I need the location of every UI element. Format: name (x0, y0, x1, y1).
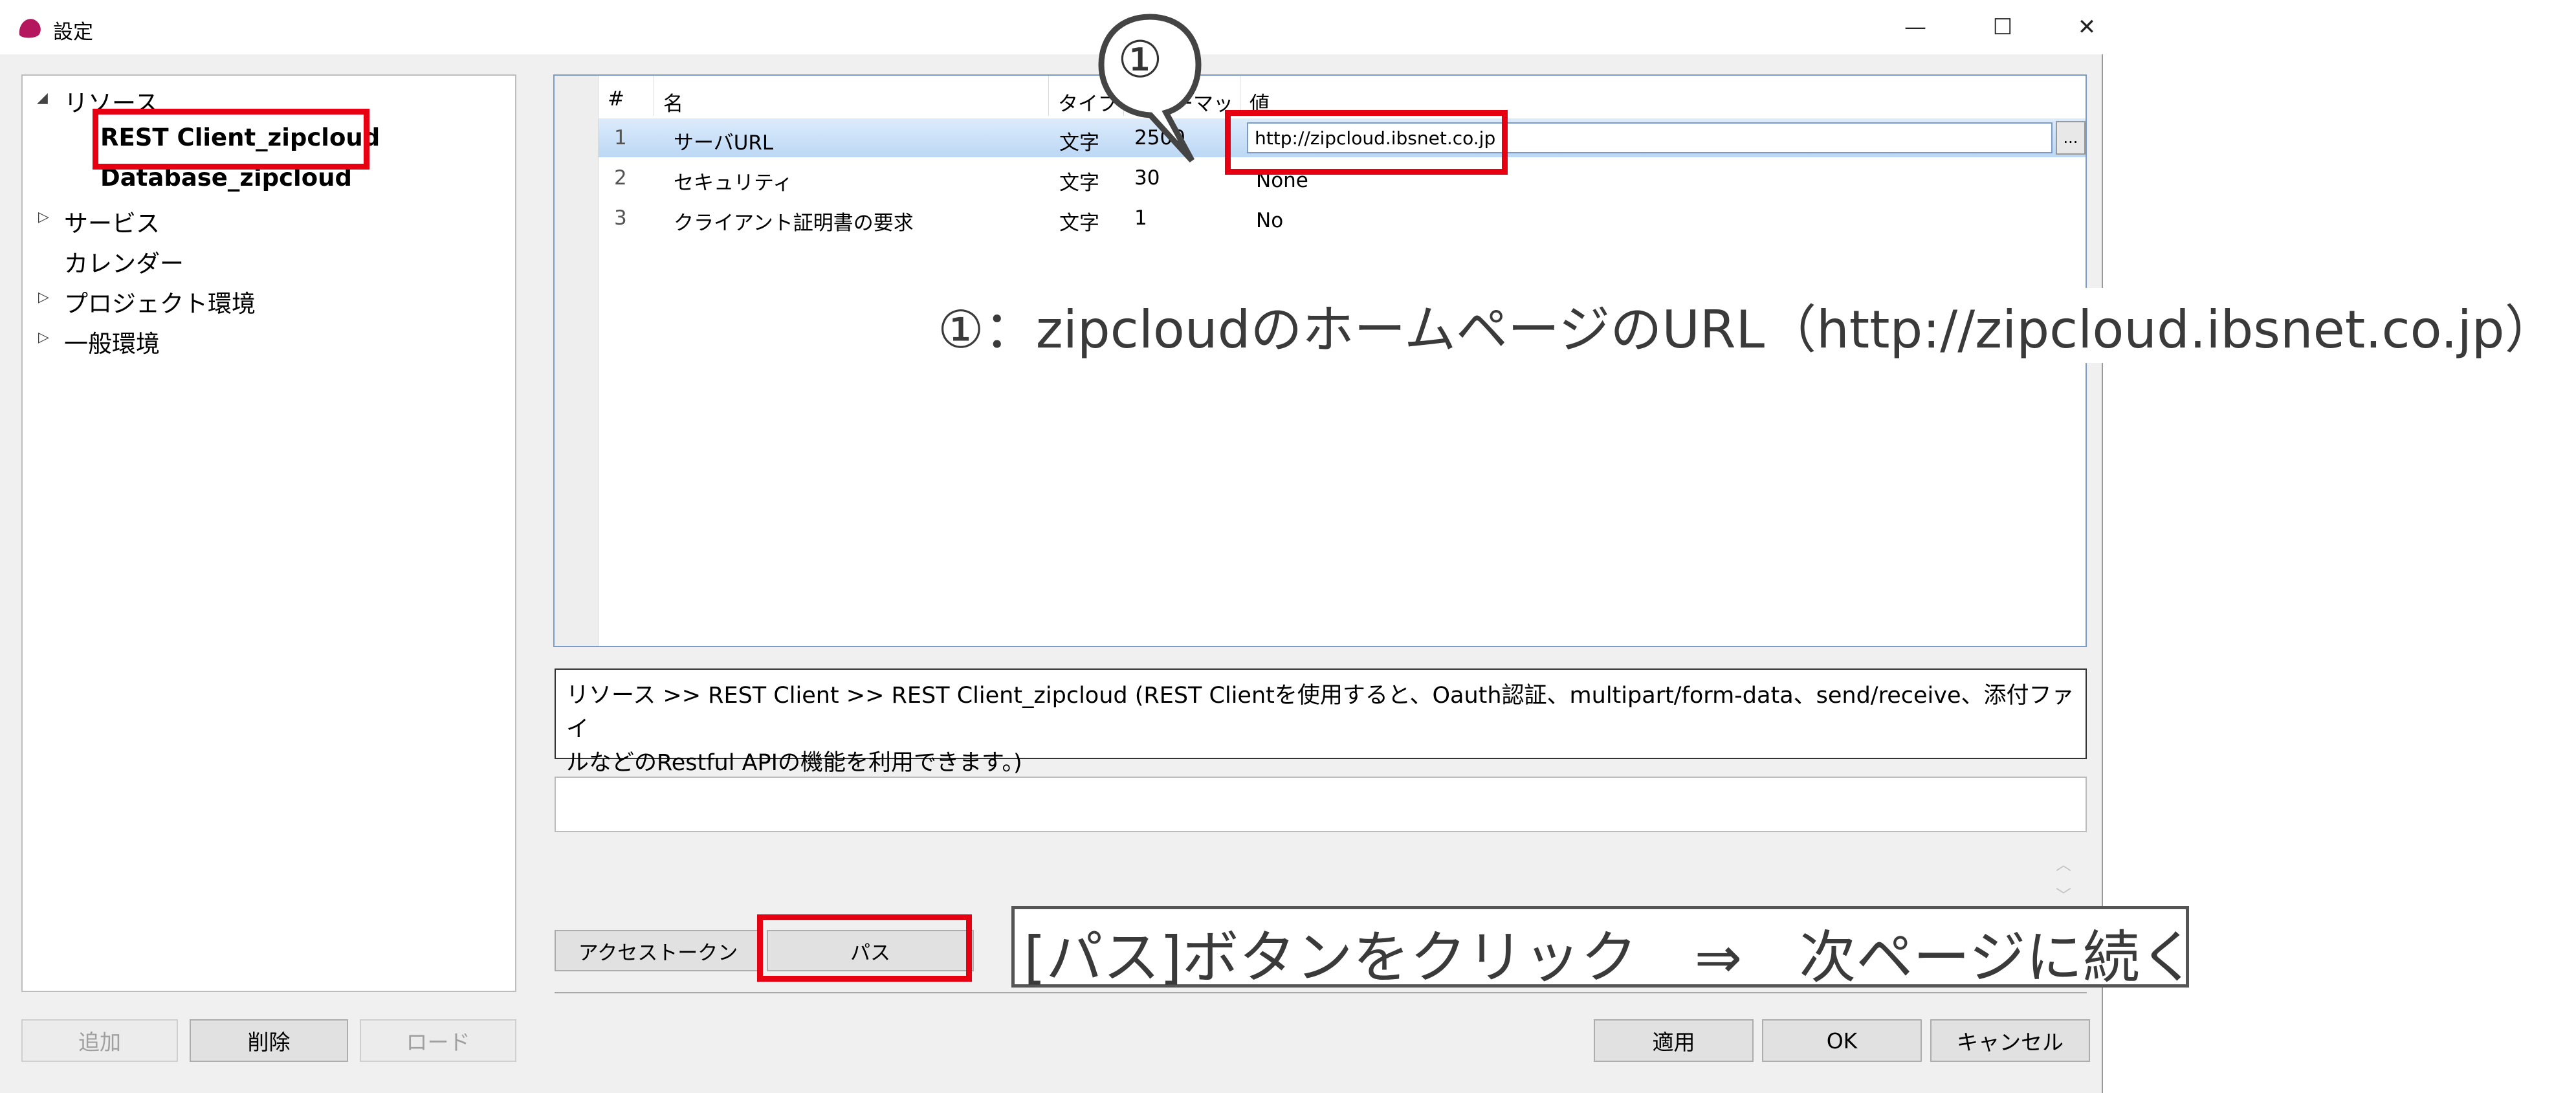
minimize-button[interactable]: — (1877, 10, 1954, 44)
server-url-input[interactable] (1247, 122, 2053, 153)
collapsed-arrow-icon[interactable]: ▷ (38, 329, 49, 346)
tree-item-resources[interactable]: リソース (64, 83, 159, 118)
tab-access-token[interactable]: アクセストークン (555, 930, 762, 971)
row-type[interactable]: 文字 (1059, 206, 1099, 236)
tab-path[interactable]: パス (767, 930, 974, 971)
row-format[interactable]: 1 (1134, 206, 1147, 230)
row-number: 1 (614, 126, 627, 149)
description-line: ルなどのRestful APIの機能を利用できます。) (566, 750, 1022, 776)
row-value[interactable]: None (1256, 169, 1308, 192)
load-button[interactable]: ロード (360, 1019, 516, 1062)
row-type[interactable]: 文字 (1059, 126, 1099, 155)
ok-button[interactable]: OK (1762, 1019, 1922, 1062)
callout-number: ① (1117, 31, 1163, 89)
row-type[interactable]: 文字 (1059, 166, 1099, 195)
annotation-url-note: ①：zipcloudのホームページのURL（http://zipcloud.ib… (934, 288, 2560, 363)
delete-button[interactable]: 削除 (190, 1019, 348, 1062)
row-number: 2 (614, 166, 627, 190)
window-title: 設定 (53, 21, 93, 44)
tree-item-calendar[interactable]: カレンダー (64, 244, 184, 279)
expanded-arrow-icon[interactable]: ◢ (37, 90, 48, 106)
tree-item-general-env[interactable]: 一般環境 (64, 324, 160, 359)
settings-tree: ◢ リソース REST Client_zipcloud Database_zip… (21, 74, 516, 992)
title-bar: 設定 — ☐ ✕ (0, 0, 2103, 54)
description-line: リソース >> REST Client >> REST Client_zipcl… (566, 683, 2075, 742)
column-header-name[interactable]: 名 (654, 76, 1049, 116)
description-box: リソース >> REST Client >> REST Client_zipcl… (555, 668, 2087, 776)
cancel-button[interactable]: キャンセル (1930, 1019, 2090, 1062)
row-name[interactable]: サーバURL (674, 126, 773, 155)
tree-item-database[interactable]: Database_zipcloud (100, 164, 352, 192)
collapsed-arrow-icon[interactable]: ▷ (38, 289, 49, 305)
column-header-value[interactable]: 値 (1240, 76, 2086, 116)
collapsed-arrow-icon[interactable]: ▷ (38, 209, 49, 225)
value-editor-input[interactable] (555, 777, 2087, 832)
row-name[interactable]: セキュリティ (674, 166, 793, 195)
column-header-number[interactable]: # (599, 76, 654, 116)
row-header-column (555, 76, 599, 646)
row-number: 3 (614, 206, 627, 230)
add-button[interactable]: 追加 (21, 1019, 178, 1062)
row-name[interactable]: クライアント証明書の要求 (674, 206, 914, 236)
tree-item-project-env[interactable]: プロジェクト環境 (64, 284, 256, 319)
tree-item-service[interactable]: サービス (64, 204, 160, 239)
annotation-path-note: [パス]ボタンをクリック ⇒ 次ページに続く (1011, 906, 2197, 991)
scroll-down-icon[interactable]: ﹀ (2056, 883, 2071, 905)
tree-item-rest-client[interactable]: REST Client_zipcloud (100, 124, 380, 151)
maximize-button[interactable]: ☐ (1964, 10, 2042, 44)
scroll-up-icon[interactable]: ︿ (2056, 852, 2071, 874)
row-value[interactable]: No (1256, 209, 1283, 232)
close-button[interactable]: ✕ (2048, 10, 2126, 44)
app-logo-icon (19, 19, 41, 38)
apply-button[interactable]: 適用 (1594, 1019, 1754, 1062)
ellipsis-button[interactable]: ... (2056, 121, 2086, 155)
